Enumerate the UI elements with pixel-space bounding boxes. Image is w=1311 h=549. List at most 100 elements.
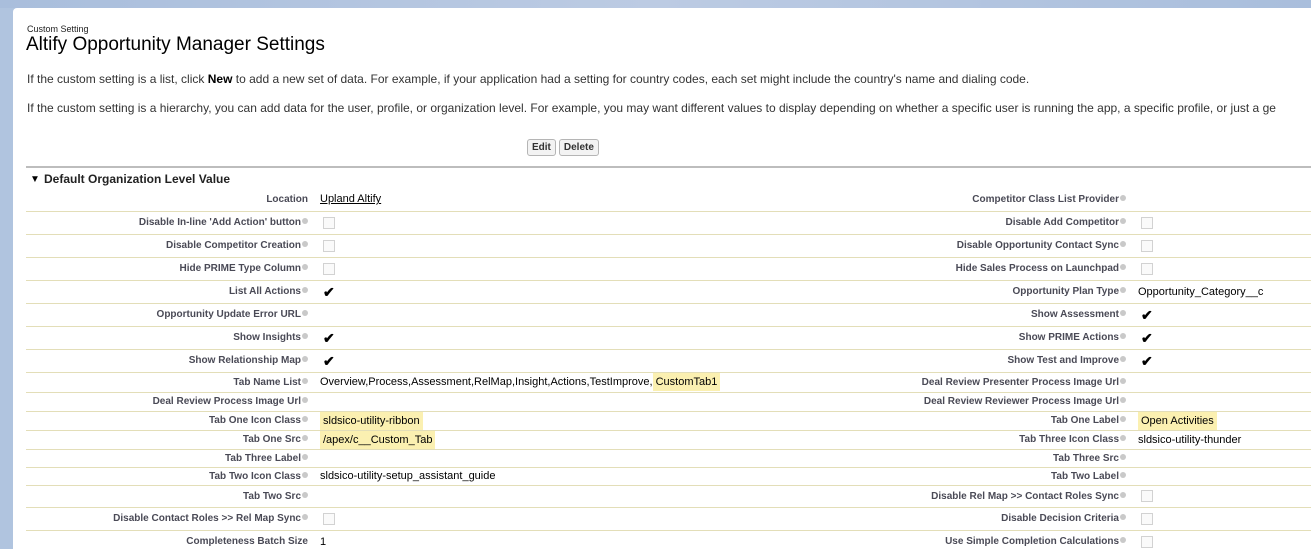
location-link[interactable]: Upland Altify: [320, 193, 381, 205]
field-label: Tab Two Src: [26, 485, 314, 508]
help-icon[interactable]: [302, 491, 308, 498]
checkmark-icon: ✔: [323, 283, 335, 300]
unchecked-checkbox-icon: [1141, 512, 1153, 525]
help-icon[interactable]: [302, 310, 308, 317]
field-value: Upland Altify: [314, 188, 837, 212]
highlighted-value: sldsico-utility-ribbon: [320, 411, 423, 429]
field-label: Hide PRIME Type Column: [26, 257, 314, 281]
field-label: Disable Opportunity Contact Sync: [837, 234, 1132, 258]
help-icon[interactable]: [302, 356, 308, 363]
field-value: [314, 211, 837, 235]
highlighted-value: /apex/c__Custom_Tab: [320, 430, 436, 448]
help-icon[interactable]: [1120, 416, 1126, 423]
checkmark-icon: ✔: [1141, 329, 1153, 346]
page-eyebrow: Custom Setting: [27, 24, 89, 34]
field-label: Completeness Batch Size: [26, 530, 314, 549]
table-row: Disable Contact Roles >> Rel Map Sync Di…: [26, 507, 1311, 531]
field-value: Open Activities: [1132, 411, 1311, 431]
delete-button[interactable]: Delete: [558, 139, 599, 156]
intro-hierarchy-text: If the custom setting is a hierarchy, yo…: [27, 101, 1276, 115]
help-icon[interactable]: [302, 453, 308, 460]
field-value: ✔: [314, 280, 837, 304]
table-row: Location Upland Altify Competitor Class …: [26, 188, 1311, 212]
help-icon[interactable]: [1120, 514, 1126, 521]
table-row: Deal Review Process Image Url Deal Revie…: [26, 392, 1311, 412]
field-value: [1132, 211, 1311, 235]
field-value: [1132, 485, 1311, 508]
field-label: Deal Review Reviewer Process Image Url: [837, 392, 1132, 412]
intro-list-after: to add a new set of data. For example, i…: [232, 72, 1030, 86]
table-row: Tab One Src /apex/c__Custom_Tab Tab Thre…: [26, 430, 1311, 450]
table-row: List All Actions ✔ Opportunity Plan Type…: [26, 280, 1311, 304]
edit-button[interactable]: Edit: [527, 139, 556, 156]
field-value: sldsico-utility-ribbon: [314, 411, 837, 431]
help-icon[interactable]: [1120, 195, 1126, 202]
field-value: [1132, 234, 1311, 258]
help-icon[interactable]: [1120, 241, 1126, 248]
field-value: [1132, 188, 1311, 212]
field-value: [314, 392, 837, 412]
field-label: List All Actions: [26, 280, 314, 304]
field-value: sldsico-utility-setup_assistant_guide: [314, 467, 837, 486]
field-value: [1132, 392, 1311, 412]
help-icon[interactable]: [1120, 218, 1126, 225]
field-label: Location: [26, 188, 314, 212]
help-icon[interactable]: [1120, 333, 1126, 340]
field-label: Tab Three Src: [837, 449, 1132, 468]
help-icon[interactable]: [302, 471, 308, 478]
unchecked-checkbox-icon: [1141, 535, 1153, 548]
help-icon[interactable]: [302, 416, 308, 423]
help-icon[interactable]: [1120, 435, 1126, 442]
help-icon[interactable]: [1120, 491, 1126, 498]
field-label: Opportunity Update Error URL: [26, 303, 314, 327]
help-icon[interactable]: [302, 287, 308, 294]
help-icon[interactable]: [1120, 377, 1126, 384]
help-icon[interactable]: [302, 218, 308, 225]
highlighted-value: Open Activities: [1138, 411, 1217, 429]
help-icon[interactable]: [302, 241, 308, 248]
help-icon[interactable]: [302, 377, 308, 384]
field-label: Show Insights: [26, 326, 314, 350]
unchecked-checkbox-icon: [323, 512, 335, 525]
help-icon[interactable]: [1120, 453, 1126, 460]
field-value: [314, 485, 837, 508]
field-label: Tab Two Icon Class: [26, 467, 314, 486]
field-label: Show Assessment: [837, 303, 1132, 327]
unchecked-checkbox-icon: [323, 216, 335, 229]
field-label: Competitor Class List Provider: [837, 188, 1132, 212]
help-icon[interactable]: [1120, 356, 1126, 363]
help-icon[interactable]: [302, 264, 308, 271]
help-icon[interactable]: [1120, 397, 1126, 404]
checkmark-icon: ✔: [1141, 306, 1153, 323]
top-banner: [0, 0, 1311, 8]
help-icon[interactable]: [1120, 264, 1126, 271]
help-icon[interactable]: [1120, 471, 1126, 478]
help-icon[interactable]: [1120, 537, 1126, 544]
table-row: Hide PRIME Type Column Hide Sales Proces…: [26, 257, 1311, 281]
table-row: Tab Two Src Disable Rel Map >> Contact R…: [26, 485, 1311, 508]
collapse-triangle-icon[interactable]: ▼: [30, 174, 40, 185]
field-label: Disable Rel Map >> Contact Roles Sync: [837, 485, 1132, 508]
help-icon[interactable]: [302, 397, 308, 404]
field-label: Disable Contact Roles >> Rel Map Sync: [26, 507, 314, 531]
field-label: Disable In-line 'Add Action' button: [26, 211, 314, 235]
table-row: Show Relationship Map ✔ Show Test and Im…: [26, 349, 1311, 373]
help-icon[interactable]: [302, 333, 308, 340]
field-label: Disable Add Competitor: [837, 211, 1132, 235]
field-label: Show PRIME Actions: [837, 326, 1132, 350]
section-header[interactable]: ▼ Default Organization Level Value: [26, 166, 1311, 188]
help-icon[interactable]: [1120, 287, 1126, 294]
field-value: ✔: [1132, 326, 1311, 350]
field-label: Disable Competitor Creation: [26, 234, 314, 258]
field-value: sldsico-utility-thunder: [1132, 430, 1311, 450]
field-value: [314, 303, 837, 327]
field-value: [314, 257, 837, 281]
help-icon[interactable]: [1120, 310, 1126, 317]
setup-page: Custom Setting Altify Opportunity Manage…: [13, 8, 1311, 549]
help-icon[interactable]: [302, 514, 308, 521]
help-icon[interactable]: [302, 435, 308, 442]
field-label: Tab One Icon Class: [26, 411, 314, 431]
field-label: Show Test and Improve: [837, 349, 1132, 373]
field-value: [314, 449, 837, 468]
table-row: Tab Name List Overview,Process,Assessmen…: [26, 372, 1311, 393]
